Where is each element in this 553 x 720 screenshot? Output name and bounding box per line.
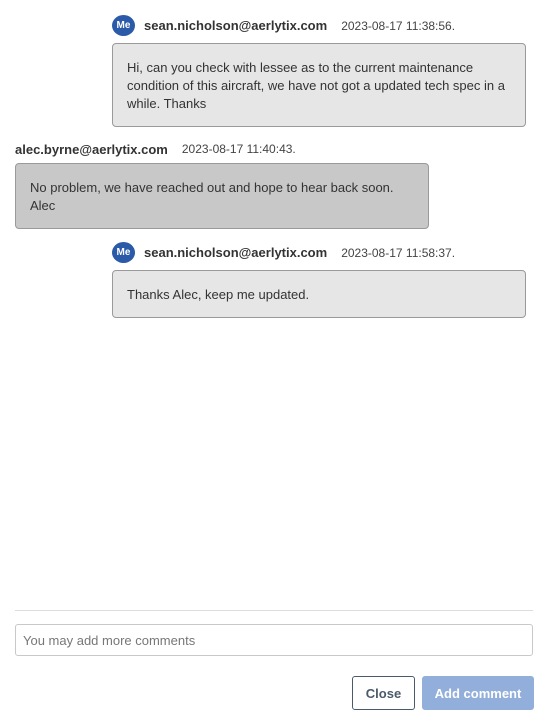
comment-header: Me sean.nicholson@aerlytix.com 2023-08-1…: [112, 242, 455, 263]
comment-bubble: Thanks Alec, keep me updated.: [112, 270, 526, 318]
comment-timestamp: 2023-08-17 11:58:37.: [341, 245, 456, 260]
comment-timestamp: 2023-08-17 11:40:43.: [181, 142, 296, 156]
add-comment-button[interactable]: Add comment: [422, 676, 534, 710]
comment-input[interactable]: [15, 624, 533, 656]
divider: [15, 610, 533, 611]
avatar: Me: [112, 15, 135, 36]
comment-text-line: condition of this aircraft, we have not …: [127, 78, 505, 93]
comment-text-line: while. Thanks: [127, 96, 207, 111]
comment-header: alec.byrne@aerlytix.com 2023-08-17 11:40…: [15, 140, 296, 158]
comment-author: sean.nicholson@aerlytix.com: [144, 18, 328, 33]
comment-text-line: No problem, we have reached out and hope…: [30, 180, 394, 195]
comment-bubble: Hi, can you check with lessee as to the …: [112, 43, 526, 127]
comment-bubble: No problem, we have reached out and hope…: [15, 163, 429, 229]
close-button[interactable]: Close: [352, 676, 415, 710]
comment-text-line: Thanks Alec, keep me updated.: [127, 287, 310, 302]
comment-text-line: Hi, can you check with lessee as to the …: [127, 60, 474, 75]
comment-author: sean.nicholson@aerlytix.com: [144, 245, 328, 260]
avatar: Me: [112, 242, 135, 263]
comment-header: Me sean.nicholson@aerlytix.com 2023-08-1…: [112, 15, 455, 36]
comment-text-line: Alec: [30, 198, 56, 213]
comment-timestamp: 2023-08-17 11:38:56.: [341, 18, 456, 33]
comment-author: alec.byrne@aerlytix.com: [15, 141, 168, 157]
